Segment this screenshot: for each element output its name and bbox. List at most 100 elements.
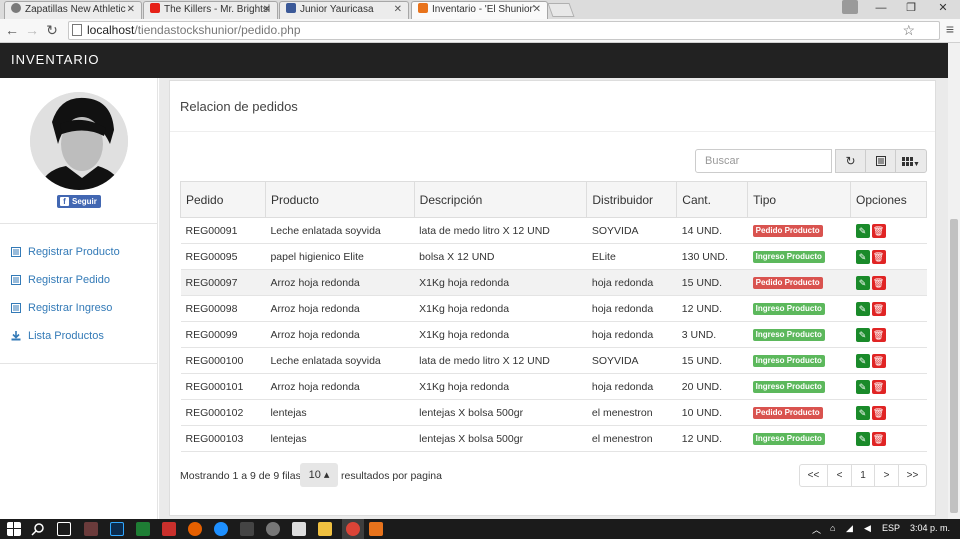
column-header-opciones[interactable]: Opciones <box>850 181 927 218</box>
app-navbar: INVENTARIO <box>0 43 948 78</box>
address-bar[interactable]: localhost/tiendastockshunior/pedido.php … <box>68 21 940 40</box>
browser-menu-icon[interactable]: ≡ <box>946 21 954 37</box>
trash-icon[interactable]: 🗑 <box>871 223 886 238</box>
close-tab-icon[interactable]: ✕ <box>263 2 271 18</box>
sidebar-item-registrar-pedido[interactable]: Registrar Pedido <box>11 272 110 288</box>
bookmark-star-icon[interactable]: ☆ <box>902 22 915 39</box>
browser-tab-1[interactable]: Zapatillas New Athletic - ✕ <box>4 1 142 19</box>
app-icon[interactable] <box>292 522 306 536</box>
volume-icon[interactable]: ◀ <box>864 523 871 534</box>
new-tab-button[interactable] <box>547 3 575 17</box>
cell-pedido: REG00095 <box>180 243 266 270</box>
page-1-button[interactable]: 1 <box>851 464 875 487</box>
forward-arrow-icon[interactable]: → <box>23 21 41 39</box>
trash-icon[interactable]: 🗑 <box>871 301 886 316</box>
sidebar-item-registrar-ingreso[interactable]: Registrar Ingreso <box>11 300 112 316</box>
user-profile-icon[interactable] <box>842 0 858 14</box>
filezilla-icon[interactable] <box>162 522 176 536</box>
facebook-follow-button[interactable]: f Seguir <box>57 195 101 208</box>
app-icon[interactable] <box>240 522 254 536</box>
divider <box>0 223 158 224</box>
edit-icon[interactable]: ✎ <box>855 405 870 420</box>
search-icon[interactable] <box>31 522 45 536</box>
edit-icon[interactable]: ✎ <box>855 379 870 394</box>
windows-start-icon[interactable] <box>7 522 21 536</box>
page-scrollbar[interactable] <box>948 43 960 519</box>
app-icon[interactable] <box>84 522 98 536</box>
edit-icon[interactable]: ✎ <box>855 431 870 446</box>
close-tab-icon[interactable]: ✕ <box>394 2 402 18</box>
excel-icon[interactable] <box>136 522 150 536</box>
edge-icon[interactable] <box>214 522 228 536</box>
clock[interactable]: 3:04 p. m. <box>910 523 950 533</box>
tab-title: Zapatillas New Athletic - <box>25 4 132 15</box>
status-badge: Pedido Producto <box>752 225 823 237</box>
sidebar-item-registrar-producto[interactable]: Registrar Producto <box>11 244 120 260</box>
task-view-icon[interactable] <box>57 522 71 536</box>
url-path: /tiendastockshunior/pedido.php <box>134 23 301 37</box>
prev-page-button[interactable]: < <box>827 464 852 487</box>
language-indicator[interactable]: ESP <box>882 523 900 533</box>
cell-pedido: REG00099 <box>180 321 266 348</box>
columns-dropdown-button[interactable]: ▼ <box>895 149 927 173</box>
photoshop-icon[interactable] <box>110 522 124 536</box>
network-icon[interactable]: ◢ <box>846 523 853 534</box>
firefox-icon[interactable] <box>188 522 202 536</box>
next-page-button[interactable]: > <box>874 464 899 487</box>
trash-icon[interactable]: 🗑 <box>871 275 886 290</box>
trash-icon[interactable]: 🗑 <box>871 379 886 394</box>
toggle-view-button[interactable] <box>865 149 896 173</box>
browser-tab-2[interactable]: The Killers - Mr. Brightsi ✕ <box>143 1 278 19</box>
cell-distribuidor: hoja redonda <box>586 295 677 322</box>
last-page-button[interactable]: >> <box>898 464 927 487</box>
cell-producto: Arroz hoja redonda <box>265 321 415 348</box>
minimize-button[interactable]: — <box>866 0 896 16</box>
file-explorer-icon[interactable] <box>318 522 332 536</box>
trash-icon[interactable]: 🗑 <box>871 249 886 264</box>
edit-icon[interactable]: ✎ <box>855 249 870 264</box>
column-header-tipo[interactable]: Tipo <box>747 181 851 218</box>
close-tab-icon[interactable]: ✕ <box>127 2 135 18</box>
sidebar-item-lista-productos[interactable]: Lista Productos <box>11 328 104 344</box>
column-header-pedido[interactable]: Pedido <box>180 181 266 218</box>
cell-tipo: Ingreso Producto <box>747 373 851 400</box>
cell-opciones: ✎ 🗑 <box>850 217 927 244</box>
trash-icon[interactable]: 🗑 <box>871 353 886 368</box>
close-tab-icon[interactable]: ✕ <box>533 2 541 18</box>
app-brand[interactable]: INVENTARIO <box>11 52 100 67</box>
tray-icon[interactable]: ⌂ <box>830 523 835 533</box>
scrollbar-thumb[interactable] <box>950 219 958 513</box>
column-header-producto[interactable]: Producto <box>264 181 415 218</box>
chrome-taskbar-button[interactable] <box>342 519 364 539</box>
search-input[interactable]: Buscar <box>695 149 832 173</box>
cell-distribuidor: hoja redonda <box>586 321 677 348</box>
trash-icon[interactable]: 🗑 <box>871 431 886 446</box>
page-size-dropdown[interactable]: 10 ▴ <box>300 463 338 487</box>
page-info-icon[interactable] <box>72 24 82 36</box>
column-header-descripcion[interactable]: Descripción <box>413 181 588 218</box>
reload-icon[interactable]: ↻ <box>43 21 61 39</box>
app-icon[interactable] <box>369 522 383 536</box>
maximize-button[interactable]: ❐ <box>896 0 926 16</box>
edit-icon[interactable]: ✎ <box>855 301 870 316</box>
app-icon[interactable] <box>266 522 280 536</box>
trash-icon[interactable]: 🗑 <box>871 405 886 420</box>
back-arrow-icon[interactable]: ← <box>3 21 21 39</box>
column-header-cant[interactable]: Cant. <box>676 181 749 218</box>
column-header-distribuidor[interactable]: Distribuidor <box>586 181 678 218</box>
cell-tipo: Pedido Producto <box>747 269 851 296</box>
edit-icon[interactable]: ✎ <box>855 327 870 342</box>
refresh-button[interactable]: ↻ <box>835 149 866 173</box>
edit-icon[interactable]: ✎ <box>855 353 870 368</box>
edit-icon[interactable]: ✎ <box>855 275 870 290</box>
cell-opciones: ✎ 🗑 <box>850 399 927 426</box>
cell-descripcion: lata de medo litro X 12 UND <box>414 217 587 244</box>
browser-tab-3[interactable]: Junior Yauricasa ✕ <box>279 1 409 19</box>
edit-icon[interactable]: ✎ <box>855 223 870 238</box>
trash-icon[interactable]: 🗑 <box>871 327 886 342</box>
tray-chevron-icon[interactable]: ︿ <box>812 523 821 536</box>
close-window-button[interactable]: ✕ <box>928 0 958 16</box>
first-page-button[interactable]: << <box>799 464 828 487</box>
browser-tab-4-active[interactable]: Inventario - 'El Shunior' ✕ <box>411 1 548 19</box>
cell-descripcion: X1Kg hoja redonda <box>414 295 587 322</box>
